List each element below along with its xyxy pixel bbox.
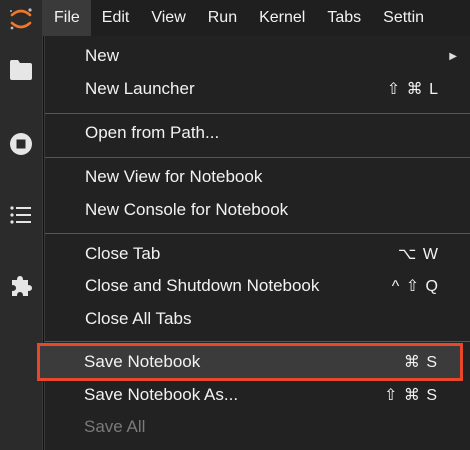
menu-item-save-all: Save All [44, 412, 470, 442]
menu-separator [45, 157, 470, 158]
menu-item-label: Close Tab [85, 244, 161, 263]
menu-item-label: Close All Tabs [85, 309, 192, 328]
menu-item-label: New Launcher [85, 79, 195, 98]
menu-item-new-view-for-notebook[interactable]: New View for Notebook [45, 162, 470, 192]
menu-item-new-console-for-notebook[interactable]: New Console for Notebook [45, 195, 470, 225]
menu-separator [45, 113, 470, 114]
menu-settings[interactable]: Settin [372, 0, 435, 36]
menubar: File Edit View Run Kernel Tabs Settin [43, 0, 470, 36]
menu-item-label: New View for Notebook [85, 167, 263, 186]
menu-item-label: New Console for Notebook [85, 200, 289, 219]
menu-item-open-from-path[interactable]: Open from Path... [45, 118, 470, 148]
menu-item-new-launcher[interactable]: New Launcher ⇧ ⌘ L [45, 74, 470, 104]
menu-item-label: Save Notebook [84, 352, 201, 371]
menu-item-close-all-tabs[interactable]: Close All Tabs [45, 304, 470, 334]
menu-item-shortcut: ^ ⇧ Q [391, 278, 439, 295]
puzzle-icon[interactable] [9, 274, 33, 298]
left-sidebar [0, 0, 43, 450]
menu-view[interactable]: View [140, 0, 196, 36]
list-icon[interactable] [9, 203, 33, 227]
menu-run[interactable]: Run [197, 0, 248, 36]
menu-kernel[interactable]: Kernel [248, 0, 316, 36]
submenu-arrow-icon: ▶ [449, 50, 457, 62]
folder-icon[interactable] [9, 58, 33, 82]
menu-item-save-notebook-as[interactable]: Save Notebook As... ⇧ ⌘ S [44, 380, 470, 410]
menu-item-label: Open from Path... [85, 123, 220, 142]
menu-item-shortcut: ⇧ ⌘ L [386, 81, 439, 98]
menu-item-label: Save Notebook As... [84, 385, 239, 404]
menu-item-new[interactable]: New ▶ [45, 41, 470, 71]
menu-separator [45, 341, 470, 342]
menu-separator [45, 233, 470, 234]
menu-item-shortcut: ⌥ W [398, 246, 439, 263]
menu-item-label: Close and Shutdown Notebook [85, 276, 320, 295]
menu-item-close-tab[interactable]: Close Tab ⌥ W [45, 239, 470, 269]
menu-item-label: New [85, 46, 120, 65]
menu-item-label: Save All [84, 417, 146, 436]
jupyterlab-window: File Edit View Run Kernel Tabs Settin Ne… [0, 0, 470, 450]
jupyter-logo-icon[interactable] [8, 6, 34, 32]
menu-file[interactable]: File [43, 0, 91, 36]
menu-tabs[interactable]: Tabs [316, 0, 372, 36]
menu-item-save-notebook[interactable]: Save Notebook ⌘ S [44, 347, 470, 377]
menu-item-shortcut: ⇧ ⌘ S [384, 387, 438, 404]
menu-item-close-and-shutdown-notebook[interactable]: Close and Shutdown Notebook ^ ⇧ Q [45, 271, 470, 301]
menu-edit[interactable]: Edit [91, 0, 141, 36]
stop-circle-icon[interactable] [9, 132, 33, 156]
menu-item-shortcut: ⌘ S [403, 354, 438, 371]
